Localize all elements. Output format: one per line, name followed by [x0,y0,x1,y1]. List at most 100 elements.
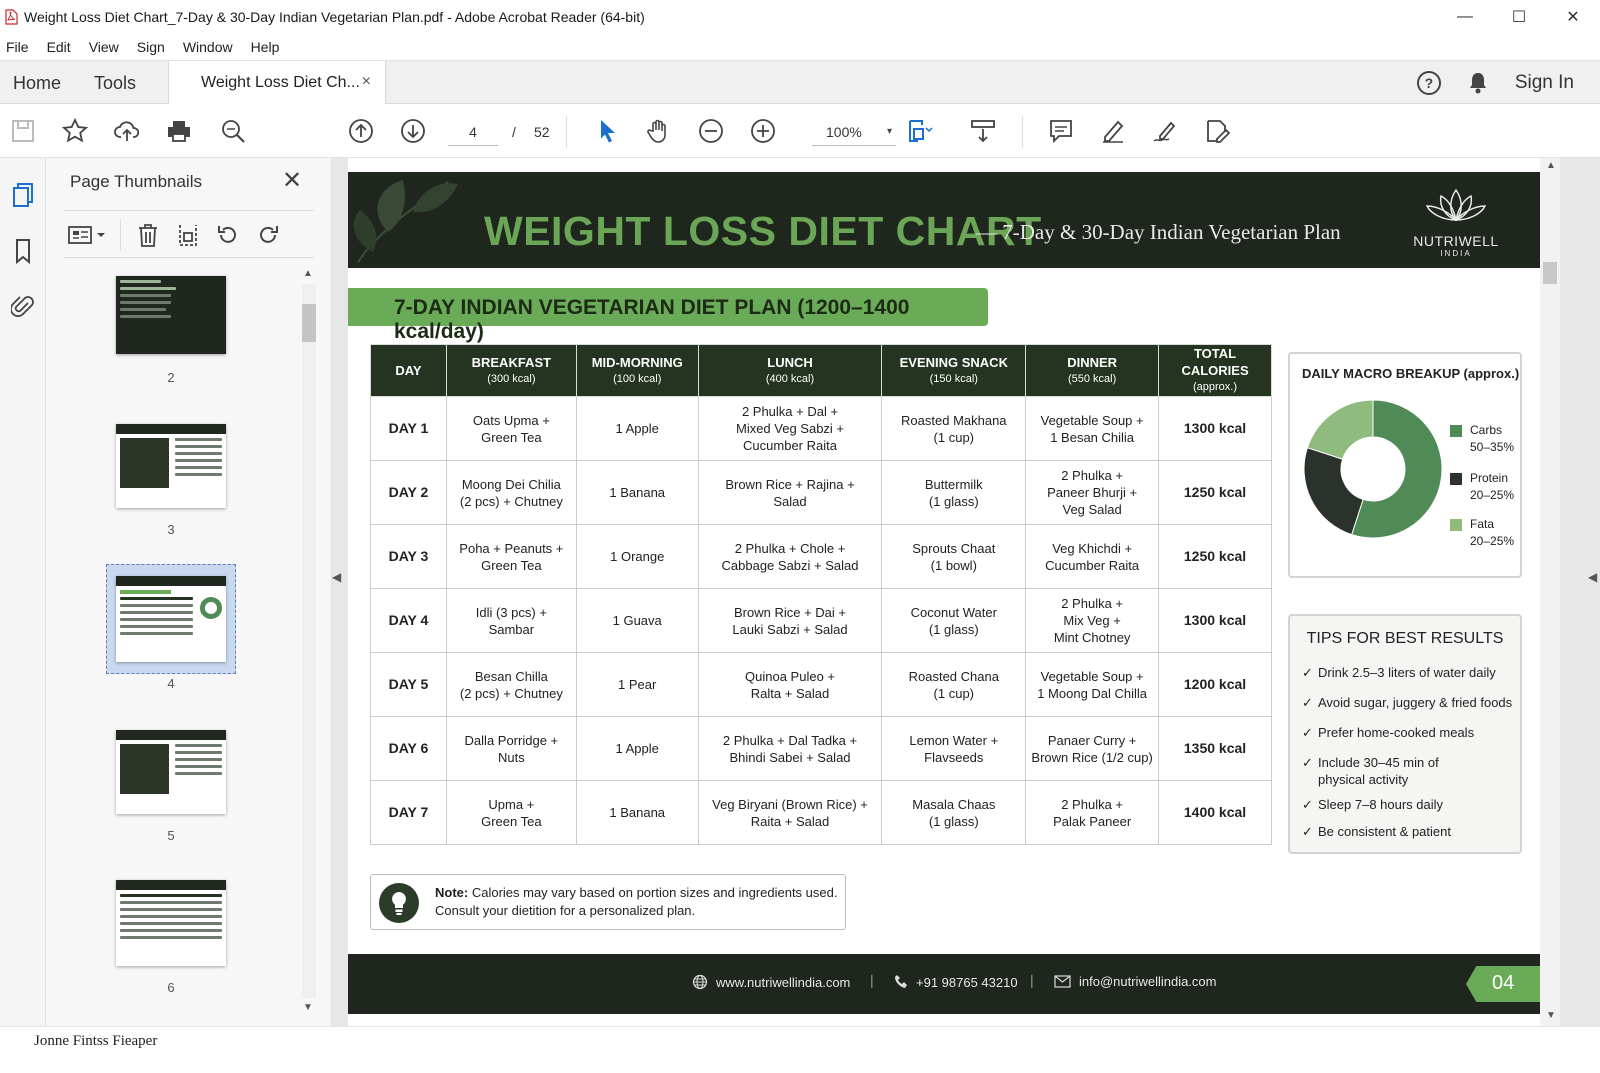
print-icon[interactable] [164,116,194,146]
mail-icon [1054,975,1071,988]
diet-table: DAY BREAKFAST (300 kcal) MID-MORNING (100 kc… [370,344,1272,845]
menu-sign[interactable]: Sign [137,39,165,55]
acrobat-icon [5,9,18,25]
thumbnails-scrollbar[interactable]: ▲ ▼ [300,266,318,1016]
cloud-upload-icon[interactable] [112,116,142,146]
table-cell: Moong Dei Chilia (2 pcs) + Chutney [445,460,577,525]
save-icon[interactable] [8,116,38,146]
collapse-left-panel-icon[interactable]: ◀ [332,570,344,584]
table-cell: Upma + Green Tea [445,780,577,845]
close-panel-button[interactable]: ✕ [282,166,302,195]
scroll-thumb[interactable] [302,304,316,342]
comment-icon[interactable] [1046,116,1076,146]
attachment-icon[interactable] [8,292,38,322]
page-fit-icon[interactable] [904,116,934,146]
hand-tool-icon[interactable] [644,116,674,146]
thumbnail-page[interactable] [116,276,226,354]
page-thumbnails-icon[interactable] [8,180,38,210]
status-bar: Jonne Fintss Fieaper [0,1026,1600,1073]
scroll-down-icon[interactable]: ▼ [303,1002,313,1013]
tips-card: TIPS FOR BEST RESULTS ✓ Drink 2.5–3 liter… [1288,614,1522,854]
sign-in-button[interactable]: Sign In [1515,72,1574,94]
table-header-cell: BREAKFAST (300 kcal) [445,344,577,397]
menu-view[interactable]: View [89,39,119,55]
table-cell: Oats Upma + Green Tea [445,396,577,461]
edit-pdf-icon[interactable] [1202,116,1232,146]
tab-bar: Home Tools Weight Loss Diet Ch... × ? Si… [0,60,1600,105]
close-window-button[interactable]: ✕ [1546,0,1600,34]
star-icon[interactable] [60,116,90,146]
rotate-left-icon[interactable] [214,221,242,249]
table-cell: 1 Guava [575,588,699,653]
scroll-down-icon[interactable]: ▼ [1546,1010,1556,1021]
chevron-down-icon: ▾ [886,126,892,137]
sign-icon[interactable] [1150,116,1180,146]
tip-item: ✓ Prefer home-cooked meals [1302,725,1475,740]
highlight-pen-icon[interactable] [1098,116,1128,146]
scroll-up-icon[interactable]: ▲ [303,268,313,279]
thumbnail-label: 5 [167,828,175,843]
extract-pages-icon[interactable] [174,221,202,249]
left-rail [0,158,46,1048]
zoom-level-select[interactable]: 100% ▾ [812,118,896,146]
macro-donut-chart [1303,399,1443,539]
thumbnail-label: 2 [167,370,175,385]
delete-icon[interactable] [134,221,162,249]
search-icon[interactable] [218,116,248,146]
zoom-out-icon[interactable] [696,116,726,146]
toolbar-divider [566,116,567,148]
scroll-mode-icon[interactable] [968,116,998,146]
table-cell: DAY 6 [370,716,447,781]
thumbnail-page[interactable] [116,880,226,966]
minimize-button[interactable]: — [1438,0,1492,34]
brand-logo: NUTRIWELL INDIA [1406,186,1506,258]
donut-slice-protein [1303,447,1364,536]
help-icon[interactable]: ? [1416,71,1441,95]
menu-edit[interactable]: Edit [47,39,71,55]
thumbnail-options-icon[interactable] [66,221,110,249]
table-cell: 1 Apple [575,396,699,461]
tab-document[interactable]: Weight Loss Diet Ch... × [168,61,386,105]
zoom-level-value: 100% [826,124,862,140]
select-cursor-icon[interactable] [592,116,622,146]
table-header-cell: MID-MORNING (100 kcal) [575,344,699,397]
previous-page-icon[interactable] [346,116,376,146]
document-scrollbar[interactable]: ▲ ▼ [1540,158,1560,1026]
table-cell: Coconut Water (1 glass) [881,588,1027,653]
table-cell: 2 Phulka + Paneer Bhurji + Veg Salad [1025,460,1160,525]
menu-window[interactable]: Window [183,39,233,55]
close-tab-button[interactable]: × [362,73,371,91]
thumbnail-page[interactable] [116,424,226,508]
table-cell: 1350 kcal [1158,716,1272,781]
menu-help[interactable]: Help [251,39,280,55]
table-cell: 1400 kcal [1158,780,1272,845]
maximize-button[interactable]: ☐ [1492,0,1546,34]
scroll-thumb[interactable] [1543,262,1557,284]
table-cell: 1300 kcal [1158,396,1272,461]
tab-home[interactable]: Home [13,61,61,105]
menu-file[interactable]: File [6,39,29,55]
table-cell: DAY 3 [370,524,447,589]
table-cell: DAY 4 [370,588,447,653]
collapse-right-panel-icon[interactable]: ◀ [1588,570,1597,584]
table-cell: Quinoa Puleo + Ralta + Salad [697,652,883,717]
table-cell: 1250 kcal [1158,524,1272,589]
bookmark-icon[interactable] [8,236,38,266]
zoom-in-icon[interactable] [748,116,778,146]
table-header-cell: DINNER (550 kcal) [1025,344,1160,397]
tab-tools[interactable]: Tools [94,61,136,105]
legend-carbs: Carbs 50–35% [1450,422,1514,456]
rotate-right-icon[interactable] [254,221,282,249]
table-cell: Veg Khichdi + Cucumber Raita [1025,524,1160,589]
thumbnail-page-selected[interactable] [116,576,226,662]
window-title: Weight Loss Diet Chart_7-Day & 30-Day In… [24,9,645,25]
toolbar-divider [1022,116,1023,148]
scroll-up-icon[interactable]: ▲ [1546,160,1556,171]
notification-bell-icon[interactable] [1467,71,1489,95]
thumbnail-page[interactable] [116,730,226,814]
next-page-icon[interactable] [398,116,428,146]
table-cell: DAY 7 [370,780,447,845]
donut-slice-fata [1306,399,1374,460]
page-number-input[interactable]: 4 [448,118,498,146]
scroll-track[interactable] [302,284,316,998]
